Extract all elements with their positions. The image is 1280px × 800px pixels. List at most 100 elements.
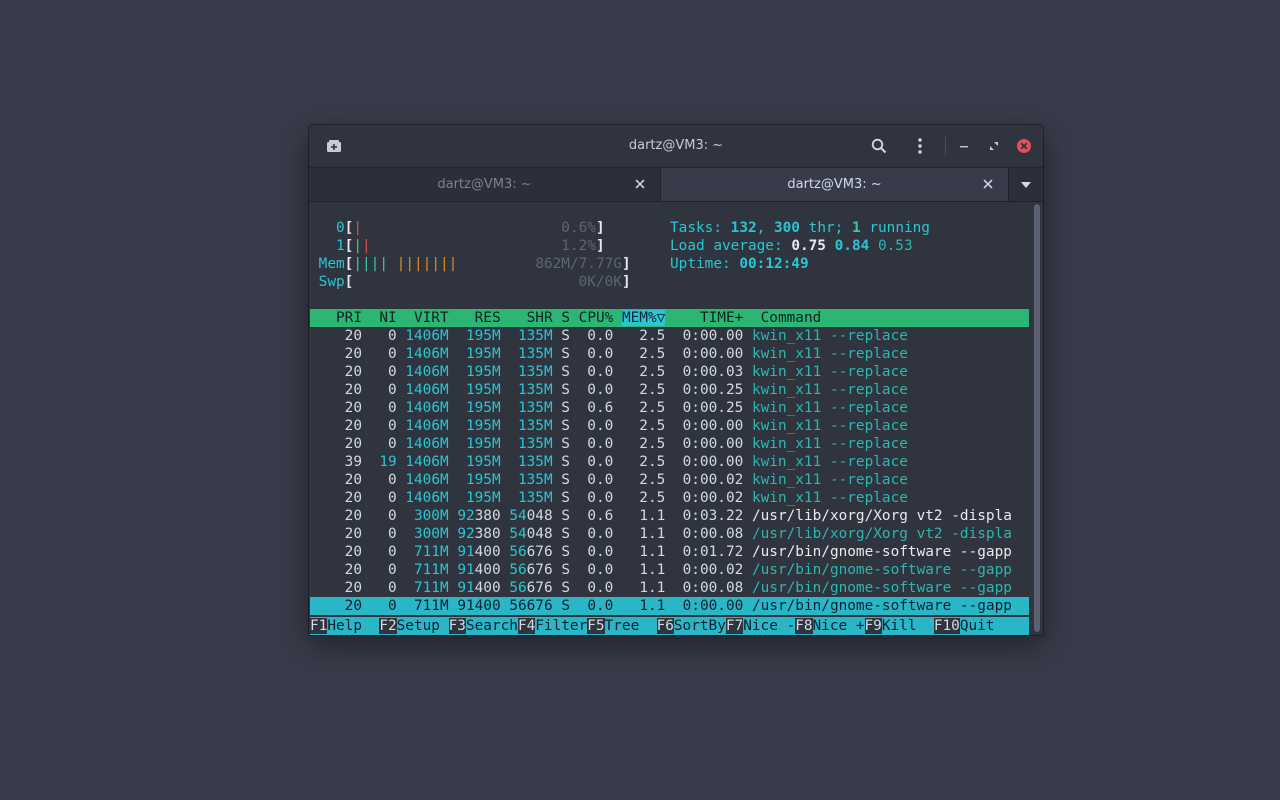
- cpu1-meter: 1[|| 1.2%]: [336, 238, 605, 254]
- cell-virt: 711M: [413, 562, 449, 578]
- cell-pri: 20: [344, 328, 362, 344]
- cell-s: S: [561, 400, 570, 416]
- tab-1[interactable]: dartz@VM3: ~: [309, 168, 661, 201]
- cell-pri: 20: [344, 418, 362, 434]
- column-header-time[interactable]: TIME+: [700, 310, 743, 326]
- scrollbar-thumb[interactable]: [1034, 204, 1040, 632]
- cell-pri: 20: [344, 562, 362, 578]
- tab-list-button[interactable]: [1015, 176, 1037, 194]
- process-row[interactable]: 20 0 300M 92380 54048 S 0.6 1.1 0:03.22 …: [310, 507, 1029, 525]
- fkey-f6[interactable]: F6SortBy: [656, 618, 726, 634]
- search-icon: [871, 138, 887, 154]
- cell-s: S: [561, 418, 570, 434]
- cell-command-args: --replace: [829, 436, 908, 452]
- cell-mem: 1.1: [639, 508, 666, 524]
- cell-ni: 19: [379, 454, 397, 470]
- fkey-f3[interactable]: F3Search: [448, 618, 518, 634]
- fkey-key: F8: [795, 618, 813, 634]
- close-button[interactable]: [1012, 134, 1036, 158]
- process-row[interactable]: 20 0 711M 91400 56676 S 0.0 1.1 0:00.08 …: [310, 579, 1029, 597]
- column-header-shr[interactable]: SHR: [527, 310, 553, 326]
- load-5: 0.84: [834, 238, 870, 254]
- search-button[interactable]: [867, 134, 891, 158]
- column-header-pri[interactable]: PRI: [336, 310, 362, 326]
- fkey-f1[interactable]: F1Help: [310, 618, 379, 634]
- terminal-area[interactable]: 0[| 0.6%] 1[|| 1.2%] Mem[|||| ||||||| 86…: [309, 202, 1043, 635]
- process-row[interactable]: 20 0 711M 91400 56676 S 0.0 1.1 0:01.72 …: [310, 543, 1029, 561]
- uptime-value: 00:12:49: [739, 256, 809, 272]
- column-header-cpu[interactable]: CPU%: [579, 310, 614, 326]
- cell-shr: 56676: [509, 562, 553, 578]
- cell-mem: 2.5: [639, 490, 666, 506]
- threads-suffix: thr;: [808, 220, 844, 236]
- cell-shr: 56676: [509, 580, 553, 596]
- fkey-f9[interactable]: F9Kill: [864, 618, 934, 634]
- cell-virt: 300M: [413, 526, 449, 542]
- window-title: dartz@VM3: ~: [628, 138, 724, 153]
- tasks-label: Tasks:: [670, 220, 722, 236]
- column-header-command[interactable]: Command: [761, 310, 822, 326]
- cell-mem: 1.1: [639, 526, 666, 542]
- menu-button[interactable]: [908, 134, 932, 158]
- process-row[interactable]: 20 0 1406M 195M 135M S 0.0 2.5 0:00.02 k…: [310, 489, 1029, 507]
- process-row[interactable]: 20 0 711M 91400 56676 S 0.0 1.1 0:00.02 …: [310, 561, 1029, 579]
- cell-ni: 0: [387, 418, 397, 434]
- tab-close-icon[interactable]: [634, 178, 646, 190]
- scrollbar[interactable]: [1033, 204, 1041, 632]
- tab-bar: dartz@VM3: ~ dartz@VM3: ~: [309, 168, 1043, 202]
- cell-time: 0:00.00: [682, 598, 744, 614]
- cell-command: /usr/bin/gnome-software: [751, 580, 952, 596]
- process-row[interactable]: 20 0 1406M 195M 135M S 0.0 2.5 0:00.00 k…: [310, 417, 1029, 435]
- cell-cpu: 0.0: [587, 598, 614, 614]
- cell-virt: 1406M: [405, 382, 449, 398]
- process-row[interactable]: 20 0 300M 92380 54048 S 0.0 1.1 0:00.08 …: [310, 525, 1029, 543]
- fkey-f7[interactable]: F7Nice -: [725, 618, 795, 634]
- running-label: running: [869, 220, 930, 236]
- process-row[interactable]: 20 0 1406M 195M 135M S 0.0 2.5 0:00.02 k…: [310, 471, 1029, 489]
- column-header-virt[interactable]: VIRT: [414, 310, 449, 326]
- cell-shr: 135M: [517, 418, 553, 434]
- cell-shr: 54048: [509, 526, 553, 542]
- tab-2[interactable]: dartz@VM3: ~: [661, 168, 1009, 201]
- fkey-f8[interactable]: F8Nice +: [795, 618, 865, 634]
- cell-s: S: [561, 598, 570, 614]
- cell-pri: 20: [344, 508, 362, 524]
- fkey-f4[interactable]: F4Filter: [517, 618, 587, 634]
- cell-time: 0:00.00: [682, 436, 744, 452]
- swp-meter: Swp[ 0K/0K]: [318, 274, 631, 290]
- fkey-f2[interactable]: F2Setup: [379, 618, 448, 634]
- process-row[interactable]: 20 0 1406M 195M 135M S 0.0 2.5 0:00.00 k…: [310, 327, 1029, 345]
- column-header-mem[interactable]: MEM%: [621, 310, 657, 326]
- column-header-res[interactable]: RES: [475, 310, 501, 326]
- tab-close-icon[interactable]: [982, 178, 994, 190]
- cpu0-value: 0.6%: [561, 220, 596, 236]
- cell-s: S: [561, 472, 570, 488]
- cell-ni: 0: [387, 436, 397, 452]
- process-row[interactable]: 20 0 1406M 195M 135M S 0.0 2.5 0:00.00 k…: [310, 435, 1029, 453]
- cell-command: kwin_x11: [751, 472, 822, 488]
- tab-2-label: dartz@VM3: ~: [787, 177, 882, 192]
- process-row[interactable]: 20 0 1406M 195M 135M S 0.0 2.5 0:00.25 k…: [310, 381, 1029, 399]
- cell-ni: 0: [387, 562, 397, 578]
- column-header-s[interactable]: S: [561, 310, 570, 326]
- sort-indicator-icon: ▽: [656, 310, 666, 326]
- load-1: 0.75: [791, 238, 826, 254]
- process-table-header[interactable]: PRI NI VIRT RES SHR S CPU% MEM%▽ TIME+ C…: [310, 309, 1029, 327]
- minimize-icon: [960, 146, 968, 148]
- process-row[interactable]: 39 19 1406M 195M 135M S 0.0 2.5 0:00.00 …: [310, 453, 1029, 471]
- restore-button[interactable]: [982, 134, 1006, 158]
- cell-res: 91400: [457, 544, 501, 560]
- cell-cpu: 0.0: [587, 544, 614, 560]
- tab-1-label: dartz@VM3: ~: [437, 177, 532, 192]
- fkey-f10[interactable]: F10Quit: [933, 618, 994, 634]
- process-row[interactable]: 20 0 1406M 195M 135M S 0.0 2.5 0:00.00 k…: [310, 345, 1029, 363]
- process-row[interactable]: 20 0 1406M 195M 135M S 0.6 2.5 0:00.25 k…: [310, 399, 1029, 417]
- process-row[interactable]: 20 0 1406M 195M 135M S 0.0 2.5 0:00.03 k…: [310, 363, 1029, 381]
- process-row-selected[interactable]: 20 0 711M 91400 56676 S 0.0 1.1 0:00.00 …: [310, 597, 1029, 615]
- minimize-button[interactable]: [952, 134, 976, 158]
- cell-res: 92380: [457, 526, 501, 542]
- fkey-f5[interactable]: F5Tree: [587, 618, 656, 634]
- cell-res: 195M: [465, 490, 501, 506]
- column-header-ni[interactable]: NI: [379, 310, 396, 326]
- cell-ni: 0: [387, 526, 397, 542]
